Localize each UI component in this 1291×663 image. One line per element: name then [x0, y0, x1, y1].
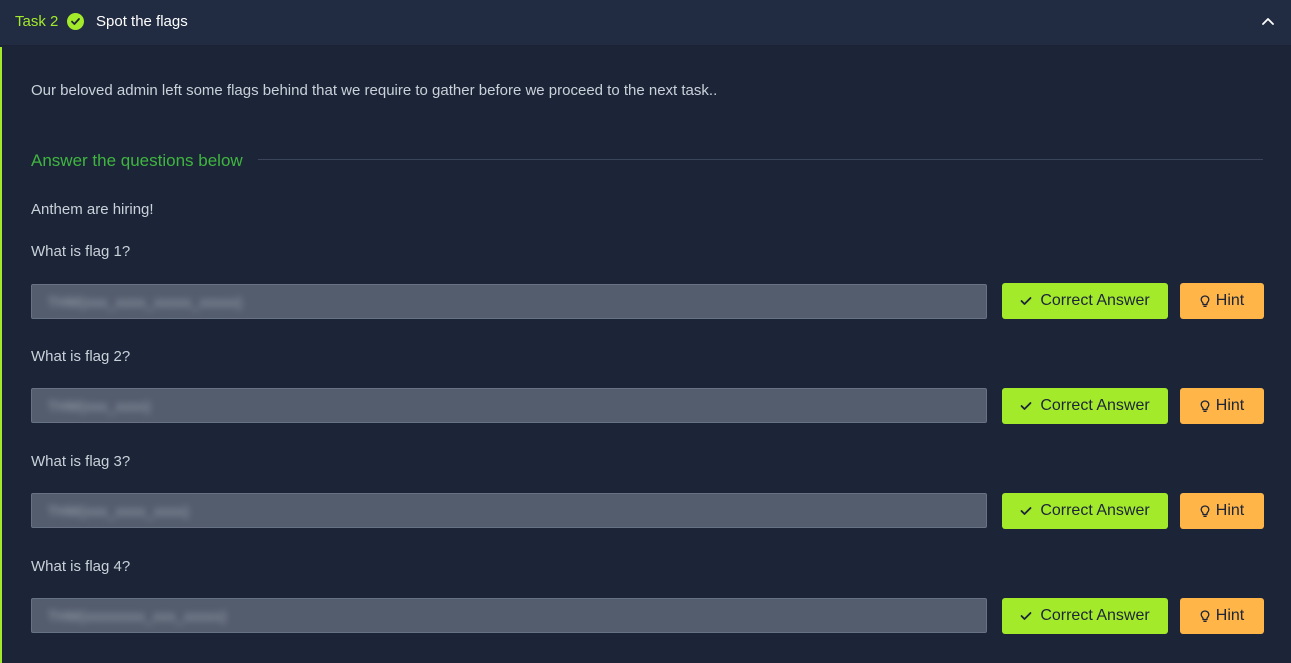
checkmark-icon	[1020, 612, 1032, 620]
task-title: Spot the flags	[96, 13, 188, 30]
answer-value: THM{xxx_xxxx_xxxx}	[48, 502, 190, 519]
hint-label: Hint	[1215, 292, 1245, 309]
lightbulb-icon	[1200, 504, 1210, 517]
answer-field[interactable]: THM{xxx_xxxx_xxxx}	[31, 493, 987, 528]
answer-field[interactable]: THM{xxx_xxxx}	[31, 388, 987, 423]
heading-divider	[258, 159, 1263, 160]
intro-text: Anthem are hiring!	[31, 201, 154, 218]
correct-answer-label: Correct Answer	[1040, 397, 1150, 414]
correct-answer-button[interactable]: Correct Answer	[1002, 493, 1168, 529]
lightbulb-icon	[1200, 609, 1210, 622]
answer-field[interactable]: THM{xxx_xxxx_xxxxx_xxxxx}	[31, 284, 987, 319]
hint-label: Hint	[1215, 397, 1245, 414]
correct-answer-label: Correct Answer	[1040, 292, 1150, 309]
hint-button[interactable]: Hint	[1180, 388, 1264, 424]
checkmark-icon	[1020, 507, 1032, 515]
answer-heading: Answer the questions below	[31, 151, 243, 170]
checkmark-icon	[1020, 297, 1032, 305]
answer-value: THM{xxx_xxxx}	[48, 397, 151, 414]
hint-label: Hint	[1215, 607, 1245, 624]
hint-label: Hint	[1215, 502, 1245, 519]
task-header[interactable]: Task 2 Spot the flags	[0, 0, 1291, 46]
check-circle-icon	[67, 13, 84, 30]
question-label: What is flag 4?	[31, 558, 131, 575]
chevron-up-icon[interactable]	[1261, 14, 1275, 28]
answer-value: THM{xxxxxxxx_xxx_xxxxx}	[48, 607, 227, 624]
correct-answer-button[interactable]: Correct Answer	[1002, 598, 1168, 634]
hint-button[interactable]: Hint	[1180, 598, 1264, 634]
answer-field[interactable]: THM{xxxxxxxx_xxx_xxxxx}	[31, 598, 987, 633]
task-body: Our beloved admin left some flags behind…	[0, 47, 1291, 663]
correct-answer-label: Correct Answer	[1040, 502, 1150, 519]
checkmark-icon	[1020, 402, 1032, 410]
lightbulb-icon	[1200, 399, 1210, 412]
question-label: What is flag 1?	[31, 243, 131, 260]
correct-answer-label: Correct Answer	[1040, 607, 1150, 624]
hint-button[interactable]: Hint	[1180, 493, 1264, 529]
question-label: What is flag 3?	[31, 453, 131, 470]
correct-answer-button[interactable]: Correct Answer	[1002, 283, 1168, 319]
question-label: What is flag 2?	[31, 348, 131, 365]
correct-answer-button[interactable]: Correct Answer	[1002, 388, 1168, 424]
lightbulb-icon	[1200, 294, 1210, 307]
task-description: Our beloved admin left some flags behind…	[31, 82, 718, 99]
hint-button[interactable]: Hint	[1180, 283, 1264, 319]
answer-value: THM{xxx_xxxx_xxxxx_xxxxx}	[48, 293, 243, 310]
task-number: Task 2	[15, 13, 59, 30]
